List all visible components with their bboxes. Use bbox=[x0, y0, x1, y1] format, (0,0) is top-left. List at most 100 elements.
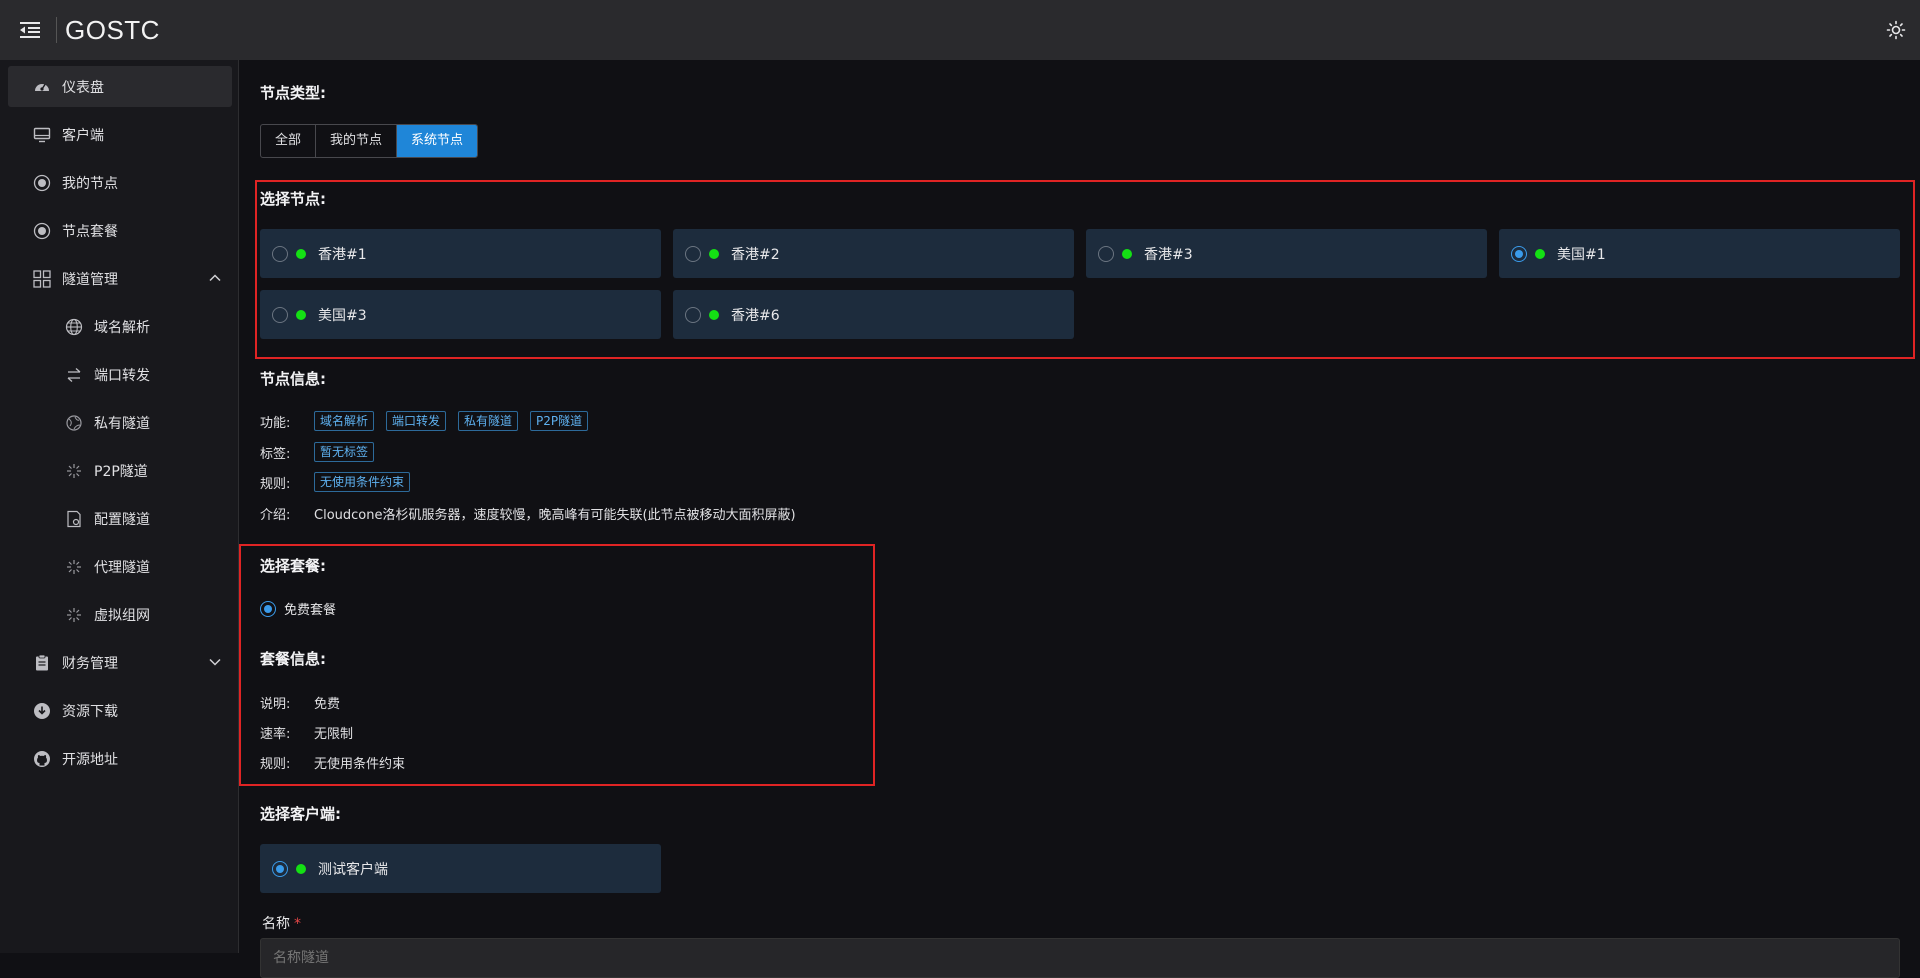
plan-rules-value: 无使用条件约束 bbox=[314, 757, 406, 772]
plan-rules-row: 规则: 无使用条件约束 bbox=[260, 753, 405, 772]
sidebar-item-config-tunnel[interactable]: 配置隧道 bbox=[8, 498, 232, 539]
name-field-label: 名称 * bbox=[262, 913, 301, 933]
sidebar-item-proxy-tunnel[interactable]: 代理隧道 bbox=[8, 546, 232, 587]
node-name: 美国#1 bbox=[1557, 246, 1606, 263]
burst-icon bbox=[64, 461, 84, 481]
functions-label: 功能: bbox=[260, 415, 291, 431]
node-card[interactable]: 香港#6 bbox=[673, 290, 1074, 339]
sidebar-item-node-plans[interactable]: 节点套餐 bbox=[8, 210, 232, 251]
plan-info-title: 套餐信息: bbox=[260, 650, 326, 668]
client-radio-selected[interactable] bbox=[272, 860, 288, 877]
tags-label: 标签: bbox=[260, 446, 291, 462]
name-label-text: 名称 bbox=[262, 916, 290, 932]
client-name: 测试客户端 bbox=[318, 861, 388, 878]
name-input[interactable] bbox=[260, 938, 1900, 978]
sidebar-item-open-source[interactable]: 开源地址 bbox=[8, 738, 232, 779]
node-type-title: 节点类型: bbox=[260, 84, 326, 102]
online-status-dot bbox=[296, 863, 306, 874]
node-intro-row: 介绍: Cloudcone洛杉矶服务器，速度较慢，晚高峰有可能失联(此节点被移动… bbox=[260, 504, 796, 523]
plan-option-free[interactable]: 免费套餐 bbox=[260, 599, 336, 618]
function-tag: P2P隧道 bbox=[530, 411, 589, 431]
node-card[interactable]: 香港#3 bbox=[1086, 229, 1487, 278]
node-name: 香港#1 bbox=[318, 246, 367, 263]
node-type-segmented: 全部 我的节点 系统节点 bbox=[260, 124, 479, 158]
sidebar-item-port-forwarding[interactable]: 端口转发 bbox=[8, 354, 232, 395]
globe-icon bbox=[64, 317, 84, 337]
function-tag: 端口转发 bbox=[386, 411, 447, 431]
required-mark: * bbox=[294, 916, 301, 932]
sidebar-item-virtual-network[interactable]: 虚拟组网 bbox=[8, 594, 232, 635]
config-file-icon bbox=[64, 509, 84, 529]
menu-fold-icon[interactable] bbox=[18, 18, 42, 42]
sidebar-item-label: 虚拟组网 bbox=[94, 607, 150, 624]
sidebar-item-clients[interactable]: 客户端 bbox=[8, 114, 232, 155]
chevron-up-icon bbox=[209, 274, 221, 282]
node-radio[interactable] bbox=[685, 245, 701, 262]
node-radio[interactable] bbox=[272, 245, 288, 262]
grid-icon bbox=[32, 269, 52, 289]
monitor-icon bbox=[32, 125, 52, 145]
top-header: GOSTC bbox=[0, 0, 1920, 60]
sidebar-item-dashboard[interactable]: 仪表盘 bbox=[8, 66, 232, 107]
sidebar-item-finance[interactable]: 财务管理 bbox=[8, 642, 232, 683]
node-type-all-button[interactable]: 全部 bbox=[261, 125, 317, 157]
burst-icon bbox=[64, 557, 84, 577]
plan-radio-selected[interactable] bbox=[260, 600, 276, 617]
sidebar-item-private-tunnel[interactable]: 私有隧道 bbox=[8, 402, 232, 443]
swap-icon bbox=[64, 365, 84, 385]
sidebar-item-label: 端口转发 bbox=[94, 367, 150, 384]
intro-label: 介绍: bbox=[260, 508, 291, 523]
node-radio[interactable] bbox=[272, 306, 288, 323]
client-card[interactable]: 测试客户端 bbox=[260, 844, 661, 893]
sidebar: 仪表盘 客户端 我的节点 节点套餐 隧道管理 域名解析 端口转发 私有隧道 P2… bbox=[0, 60, 239, 953]
rule-tag: 无使用条件约束 bbox=[314, 472, 411, 492]
node-select-title: 选择节点: bbox=[260, 190, 326, 208]
node-card[interactable]: 美国#3 bbox=[260, 290, 661, 339]
online-status-dot bbox=[709, 248, 719, 259]
node-radio[interactable] bbox=[685, 306, 701, 323]
desc-label: 说明: bbox=[260, 697, 291, 712]
node-card[interactable]: 香港#2 bbox=[673, 229, 1074, 278]
sidebar-item-label: 私有隧道 bbox=[94, 415, 150, 432]
client-select-title: 选择客户端: bbox=[260, 805, 341, 823]
plan-rules-label: 规则: bbox=[260, 757, 291, 772]
node-name: 香港#2 bbox=[731, 246, 780, 263]
sidebar-item-label: 域名解析 bbox=[94, 319, 150, 336]
sun-icon[interactable] bbox=[1886, 20, 1906, 40]
plan-desc-value: 免费 bbox=[314, 697, 341, 712]
node-type-mine-button[interactable]: 我的节点 bbox=[316, 125, 398, 157]
sidebar-item-p2p-tunnel[interactable]: P2P隧道 bbox=[8, 450, 232, 491]
plan-desc-row: 说明: 免费 bbox=[260, 693, 340, 712]
sidebar-item-label: 财务管理 bbox=[62, 655, 118, 672]
sidebar-item-my-nodes[interactable]: 我的节点 bbox=[8, 162, 232, 203]
sidebar-item-label: 隧道管理 bbox=[62, 271, 118, 288]
network-globe-icon bbox=[64, 413, 84, 433]
node-card[interactable]: 美国#1 bbox=[1499, 229, 1900, 278]
online-status-dot bbox=[296, 248, 306, 259]
function-tag: 域名解析 bbox=[314, 411, 375, 431]
app-title: GOSTC bbox=[65, 14, 160, 45]
node-type-system-button[interactable]: 系统节点 bbox=[397, 125, 478, 157]
sidebar-item-label: 代理隧道 bbox=[94, 559, 150, 576]
node-name: 美国#3 bbox=[318, 307, 367, 324]
node-radio[interactable] bbox=[1098, 245, 1114, 262]
sidebar-item-label: 节点套餐 bbox=[62, 223, 118, 240]
radio-node-icon bbox=[32, 221, 52, 241]
plan-rate-row: 速率: 无限制 bbox=[260, 723, 353, 742]
sidebar-item-label: 仪表盘 bbox=[62, 79, 104, 96]
github-icon bbox=[32, 749, 52, 769]
sidebar-item-downloads[interactable]: 资源下载 bbox=[8, 690, 232, 731]
node-functions-row: 功能: 域名解析 端口转发 私有隧道 P2P隧道 bbox=[260, 411, 600, 431]
rate-label: 速率: bbox=[260, 727, 291, 742]
sidebar-item-domain-resolution[interactable]: 域名解析 bbox=[8, 306, 232, 347]
node-radio-selected[interactable] bbox=[1511, 245, 1527, 262]
plan-option-label: 免费套餐 bbox=[284, 603, 337, 618]
clipboard-icon bbox=[32, 653, 52, 673]
node-info-title: 节点信息: bbox=[260, 370, 326, 388]
node-rules-row: 规则: 无使用条件约束 bbox=[260, 472, 422, 492]
sidebar-item-tunnel-management[interactable]: 隧道管理 bbox=[8, 258, 232, 299]
rules-label: 规则: bbox=[260, 476, 291, 492]
node-tag: 暂无标签 bbox=[314, 442, 375, 462]
node-card[interactable]: 香港#1 bbox=[260, 229, 661, 278]
online-status-dot bbox=[1535, 248, 1545, 259]
